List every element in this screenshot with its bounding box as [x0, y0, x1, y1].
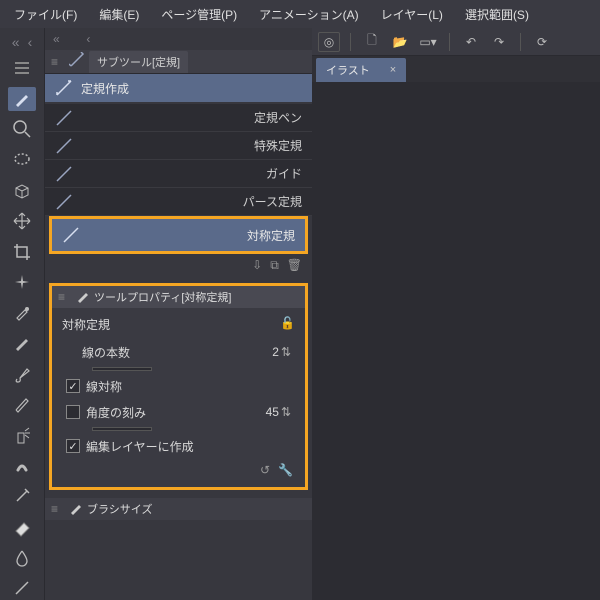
brush-tool-icon[interactable]: [8, 362, 36, 387]
spinner-icon[interactable]: ⇅: [281, 405, 291, 419]
open-icon[interactable]: 📂: [389, 32, 411, 52]
export-icon[interactable]: ⇩: [252, 258, 262, 273]
nav-prev-icon[interactable]: ‹: [28, 34, 33, 50]
pen-tool-icon[interactable]: [8, 87, 36, 112]
trash-icon[interactable]: 🗑: [287, 258, 302, 273]
nav-first-icon[interactable]: «: [12, 34, 20, 50]
menu-file[interactable]: ファイル(F): [4, 2, 87, 27]
document-tab-bar: イラスト ×: [312, 56, 600, 82]
line-tool-icon[interactable]: [8, 576, 36, 600]
move-tool-icon[interactable]: [8, 209, 36, 234]
tool-property-header-label: ツールプロパティ[対称定規]: [94, 289, 231, 305]
subtool-item-label: 定規ペン: [254, 109, 302, 126]
subtool-item-label: 対称定規: [247, 227, 295, 244]
drag-handle-icon[interactable]: ≡: [51, 502, 65, 516]
angle-step-checkbox[interactable]: [66, 405, 80, 419]
property-title: 対称定規: [62, 316, 110, 333]
tool-sidebar: «‹: [0, 28, 45, 600]
canvas[interactable]: [312, 82, 600, 600]
reset-icon[interactable]: ↺: [260, 463, 270, 477]
pencil-tool-icon[interactable]: [8, 392, 36, 417]
magnifier-tool-icon[interactable]: [8, 117, 36, 142]
nav-first2-icon[interactable]: «: [53, 32, 60, 46]
menu-edit[interactable]: 編集(E): [89, 2, 149, 27]
subtool-item-label: 特殊定規: [254, 137, 302, 154]
menu-anim[interactable]: アニメーション(A): [249, 2, 369, 27]
tool-property-header[interactable]: ≡ ツールプロパティ[対称定規]: [52, 286, 305, 308]
spiral-icon[interactable]: ◎: [318, 32, 340, 52]
lines-slider[interactable]: [92, 367, 152, 371]
redo-icon[interactable]: ↷: [488, 32, 510, 52]
cube-tool-icon[interactable]: [8, 178, 36, 203]
drag-handle-icon[interactable]: ≡: [51, 55, 65, 69]
line-symmetry-label: 線対称: [86, 378, 291, 395]
loading-icon: ⟳: [531, 32, 553, 52]
smudge-tool-icon[interactable]: [8, 453, 36, 478]
subtool-action-bar: ⇩ ⧉ 🗑: [45, 254, 312, 277]
subtool-item-selected[interactable]: 対称定規: [52, 219, 305, 251]
nav-prev2-icon[interactable]: ‹: [86, 32, 90, 46]
subtool-list: 定規ペン 特殊定規 ガイド パース定規: [45, 104, 312, 216]
document-tab-label: イラスト: [326, 62, 370, 78]
angle-slider[interactable]: [92, 427, 152, 431]
sparkle-tool-icon[interactable]: [8, 270, 36, 295]
ruler-header-icon: [69, 52, 85, 71]
spray-tool-icon[interactable]: [8, 423, 36, 448]
pen2-tool-icon[interactable]: [8, 331, 36, 356]
edit-layer-label: 編集レイヤーに作成: [86, 438, 291, 455]
crop-tool-icon[interactable]: [8, 239, 36, 264]
highlighted-subtool: 対称定規: [49, 216, 308, 254]
subtool-tab-label: 定規作成: [81, 80, 129, 97]
lines-count-label: 線の本数: [82, 344, 272, 361]
lock-icon[interactable]: 🔓: [280, 316, 295, 333]
brush-header-icon: [69, 501, 83, 518]
menu-page[interactable]: ページ管理(P): [151, 2, 247, 27]
save-icon[interactable]: ▭▾: [417, 32, 439, 52]
subtool-tab[interactable]: 定規作成: [45, 74, 312, 102]
highlighted-properties: ≡ ツールプロパティ[対称定規] 対称定規 🔓 線の本数 2 ⇅ 線対称 角度の…: [49, 283, 308, 490]
subtool-item[interactable]: 特殊定規: [45, 132, 312, 160]
subtool-item-label: パース定規: [243, 193, 302, 210]
angle-step-label: 角度の刻み: [86, 404, 266, 421]
subtool-item[interactable]: ガイド: [45, 160, 312, 188]
document-tab[interactable]: イラスト ×: [316, 58, 406, 82]
lines-count-value[interactable]: 2: [272, 345, 279, 359]
menu-layer[interactable]: レイヤー(L): [371, 2, 453, 27]
lasso-tool-icon[interactable]: [8, 148, 36, 173]
subtool-panel-header[interactable]: ≡ サブツール[定規]: [45, 50, 312, 74]
close-tab-icon[interactable]: ×: [390, 64, 396, 76]
subtool-item[interactable]: パース定規: [45, 188, 312, 216]
brush-size-panel-header[interactable]: ≡ ブラシサイズ: [45, 498, 312, 520]
spinner-icon[interactable]: ⇅: [281, 345, 291, 359]
brush-size-label: ブラシサイズ: [87, 501, 152, 517]
top-toolbar: ◎ 🗋 📂 ▭▾ ↶ ↷ ⟳: [312, 28, 600, 56]
angle-step-value[interactable]: 45: [266, 405, 279, 419]
subtool-header-label: サブツール[定規]: [89, 51, 188, 73]
undo-icon[interactable]: ↶: [460, 32, 482, 52]
duplicate-icon[interactable]: ⧉: [270, 258, 279, 273]
new-doc-icon[interactable]: 🗋: [361, 32, 383, 52]
document-area: ◎ 🗋 📂 ▭▾ ↶ ↷ ⟳ イラスト ×: [312, 28, 600, 600]
panel-column: « ‹ ≡ サブツール[定規] 定規作成 定規ペン 特殊定規 ガイド パース定規…: [45, 28, 312, 600]
edit-layer-checkbox[interactable]: [66, 439, 80, 453]
eraser-tool-icon[interactable]: [8, 514, 36, 539]
subtool-item[interactable]: 定規ペン: [45, 104, 312, 132]
menu-bar: ファイル(F) 編集(E) ページ管理(P) アニメーション(A) レイヤー(L…: [0, 0, 600, 28]
menu-icon[interactable]: [8, 56, 36, 81]
wrench-icon[interactable]: 🔧: [278, 463, 293, 477]
subtool-item-label: ガイド: [266, 165, 302, 182]
line-symmetry-checkbox[interactable]: [66, 379, 80, 393]
eyedropper-tool-icon[interactable]: [8, 301, 36, 326]
drop-tool-icon[interactable]: [8, 545, 36, 570]
pen-header-icon: [76, 289, 90, 306]
drag-handle-icon[interactable]: ≡: [58, 290, 72, 304]
wand-tool-icon[interactable]: [8, 484, 36, 509]
menu-select[interactable]: 選択範囲(S): [455, 2, 539, 27]
